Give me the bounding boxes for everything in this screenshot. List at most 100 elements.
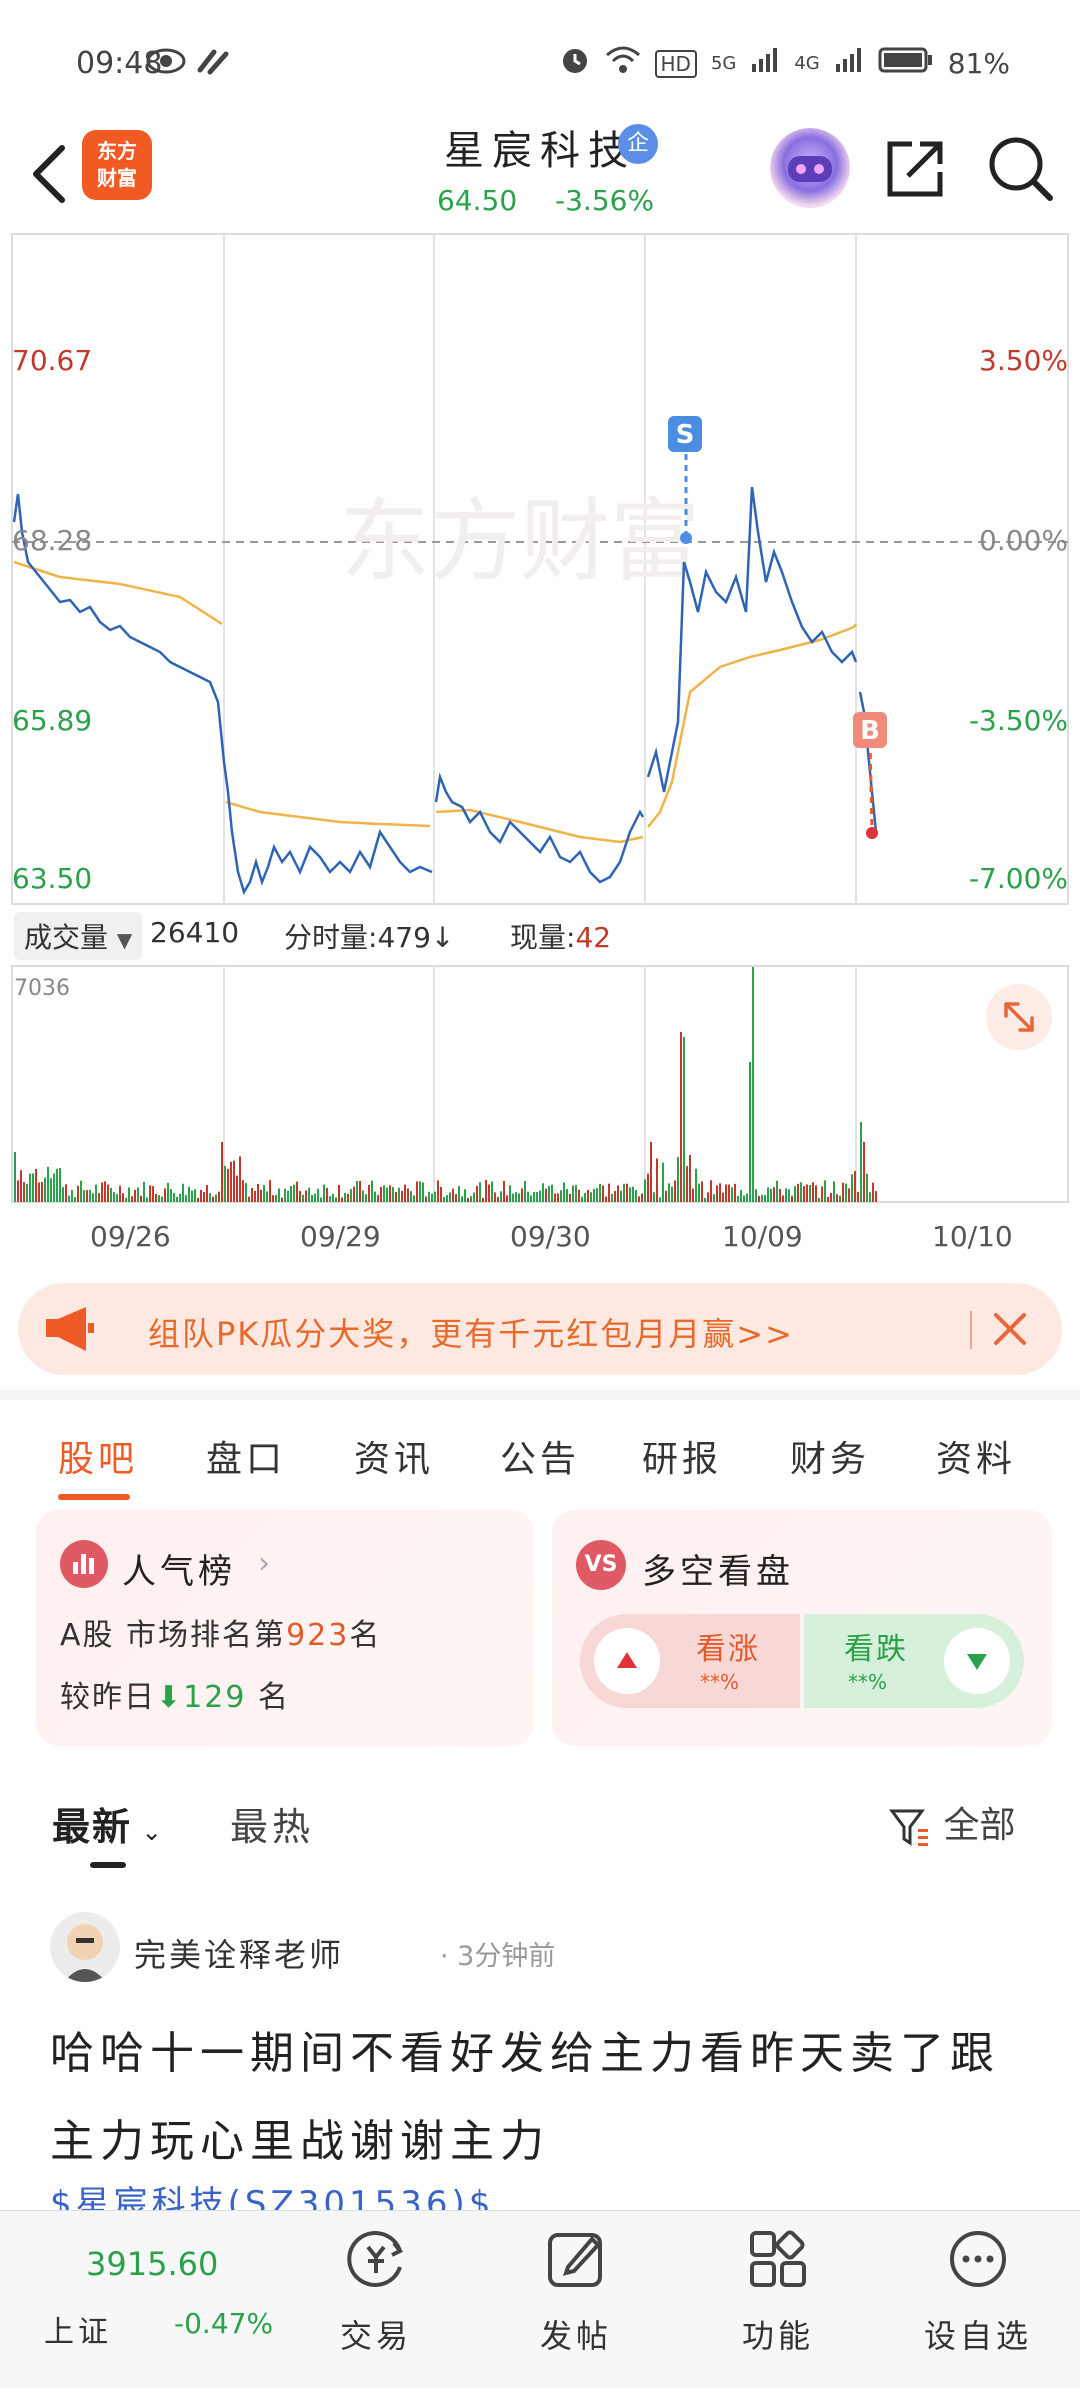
volume-bar	[128, 1187, 130, 1202]
nav-post[interactable]: 发帖	[496, 2211, 656, 2388]
post-body: 哈哈十一期间不看好发给主力看昨天卖了跟主力玩心里战谢谢主力	[50, 2028, 1000, 2167]
volume-bar	[359, 1180, 361, 1202]
signal-icon-2	[834, 46, 864, 81]
volume-bar	[482, 1197, 484, 1202]
popularity-title: 人气榜	[122, 1552, 236, 1592]
volume-bar	[179, 1193, 181, 1202]
volume-bar	[335, 1197, 337, 1202]
indicator-selector[interactable]: 成交量 ▼	[14, 912, 143, 960]
volume-bar	[347, 1193, 349, 1202]
volume-bar	[812, 1182, 814, 1202]
volume-bar	[632, 1186, 634, 1202]
volume-bar	[503, 1180, 505, 1202]
intraday-chart[interactable]: 东方财富 S B 70.67 68.28 65.89 63.50 3.50% 0…	[0, 232, 1080, 912]
author-name[interactable]: 完美诠释老师	[134, 1930, 344, 1976]
y-right-max: 3.50%	[979, 344, 1068, 377]
volume-bar	[440, 1186, 442, 1202]
status-bar: 09:48 HD 5G 4G 81%	[0, 0, 1080, 110]
volume-bar	[500, 1191, 502, 1202]
volume-chart[interactable]: 7036	[0, 964, 1080, 1204]
nav-add-watchlist-label: 设自选	[923, 2317, 1032, 2355]
y-right-ref: 0.00%	[979, 524, 1068, 557]
author-avatar[interactable]	[50, 1912, 120, 1982]
tab-announcements[interactable]: 公告	[500, 1430, 580, 1482]
volume-bar	[407, 1188, 409, 1202]
volume-bar	[245, 1183, 247, 1202]
volume-bar	[512, 1193, 514, 1202]
volume-bar	[626, 1183, 628, 1202]
volume-bar	[530, 1195, 532, 1202]
volume-bar	[557, 1193, 559, 1202]
volume-bar	[32, 1173, 34, 1202]
tab-guba[interactable]: 股吧	[58, 1430, 138, 1482]
bearish-button[interactable]: 看跌 **%	[804, 1614, 1024, 1708]
popularity-card[interactable]: 人气榜 › A股 市场排名第923名 较昨日⬇129 名	[36, 1510, 534, 1746]
filter-button[interactable]: 全部	[888, 1796, 1015, 1849]
volume-bar	[731, 1187, 733, 1202]
volume-bar	[89, 1189, 91, 1202]
volume-bar	[680, 1032, 682, 1202]
volume-bar	[56, 1168, 58, 1202]
share-button[interactable]	[882, 136, 948, 202]
volume-bar	[749, 1062, 751, 1202]
volume-bar	[344, 1192, 346, 1202]
tab-finance[interactable]: 财务	[790, 1430, 870, 1482]
volume-bar	[41, 1182, 43, 1202]
volume-bar	[230, 1161, 232, 1202]
volume-bar	[875, 1191, 877, 1202]
volume-bar	[362, 1190, 364, 1202]
tab-news[interactable]: 资讯	[354, 1430, 434, 1482]
volume-bar	[239, 1156, 241, 1202]
volume-bar	[188, 1186, 190, 1202]
volume-bar	[644, 1179, 646, 1202]
volume-bar	[455, 1194, 457, 1202]
date-label: 09/30	[510, 1220, 591, 1253]
bullish-button[interactable]: 看涨 **%	[580, 1614, 800, 1708]
current-volume: 现量:42	[510, 916, 611, 956]
eye-icon	[146, 46, 186, 76]
volume-bar	[548, 1185, 550, 1202]
tab-profile[interactable]: 资料	[936, 1430, 1016, 1482]
rank-change-value: 129	[183, 1680, 247, 1715]
expand-chart-button[interactable]	[986, 984, 1052, 1050]
volume-bar	[251, 1188, 253, 1202]
tab-pankou[interactable]: 盘口	[206, 1430, 286, 1482]
volume-bar	[737, 1195, 739, 1202]
post-item[interactable]: 完美诠释老师 · 3分钟前 哈哈十一期间不看好发给主力看昨天卖了跟主力玩心里战谢…	[0, 1900, 1080, 2224]
search-button[interactable]	[986, 134, 1056, 204]
sort-latest[interactable]: 最新 ⌄	[52, 1796, 164, 1851]
bull-bear-title: 多空看盘	[642, 1552, 794, 1592]
volume-bar	[686, 1166, 688, 1202]
price-chart-svg: 东方财富 S B	[11, 233, 1069, 905]
volume-bar	[584, 1192, 586, 1202]
stock-header: 东方 财富 星宸科技 企 64.50 -3.56%	[0, 110, 1080, 230]
date-axis: 09/26 09/29 09/30 10/09 10/10	[0, 1210, 1080, 1260]
volume-bar	[719, 1183, 721, 1202]
volume-bar	[317, 1188, 319, 1202]
nav-add-watchlist[interactable]: 设自选	[898, 2211, 1058, 2388]
promo-banner[interactable]: 组队PK瓜分大奖，更有千元红包月月赢>>	[18, 1283, 1062, 1375]
bull-bear-card[interactable]: VS 多空看盘 看涨 **% 看跌 **%	[552, 1510, 1052, 1746]
tab-research[interactable]: 研报	[642, 1430, 722, 1482]
index-quote[interactable]: 3915.60 上证 -0.47%	[10, 2211, 273, 2388]
volume-bar	[254, 1190, 256, 1202]
link-icon	[196, 46, 232, 76]
volume-bar	[494, 1192, 496, 1202]
volume-bar	[314, 1193, 316, 1202]
ai-assistant-avatar[interactable]	[770, 128, 850, 208]
nav-trade[interactable]: 交易	[296, 2211, 456, 2388]
bearish-label: 看跌	[844, 1632, 908, 1667]
volume-bar	[461, 1196, 463, 1202]
volume-bar	[386, 1187, 388, 1202]
sort-hot[interactable]: 最热	[230, 1796, 314, 1851]
volume-bar	[851, 1174, 853, 1202]
close-promo-button[interactable]	[986, 1305, 1034, 1353]
volume-bar	[650, 1142, 652, 1202]
volume-bar	[431, 1193, 433, 1202]
volume-bar	[848, 1188, 850, 1202]
volume-bar	[542, 1183, 544, 1202]
up-triangle-button	[594, 1628, 660, 1694]
date-label: 09/29	[300, 1220, 381, 1253]
nav-functions[interactable]: 功能	[698, 2211, 858, 2388]
market-rank-prefix: A股 市场排名第	[60, 1618, 287, 1653]
